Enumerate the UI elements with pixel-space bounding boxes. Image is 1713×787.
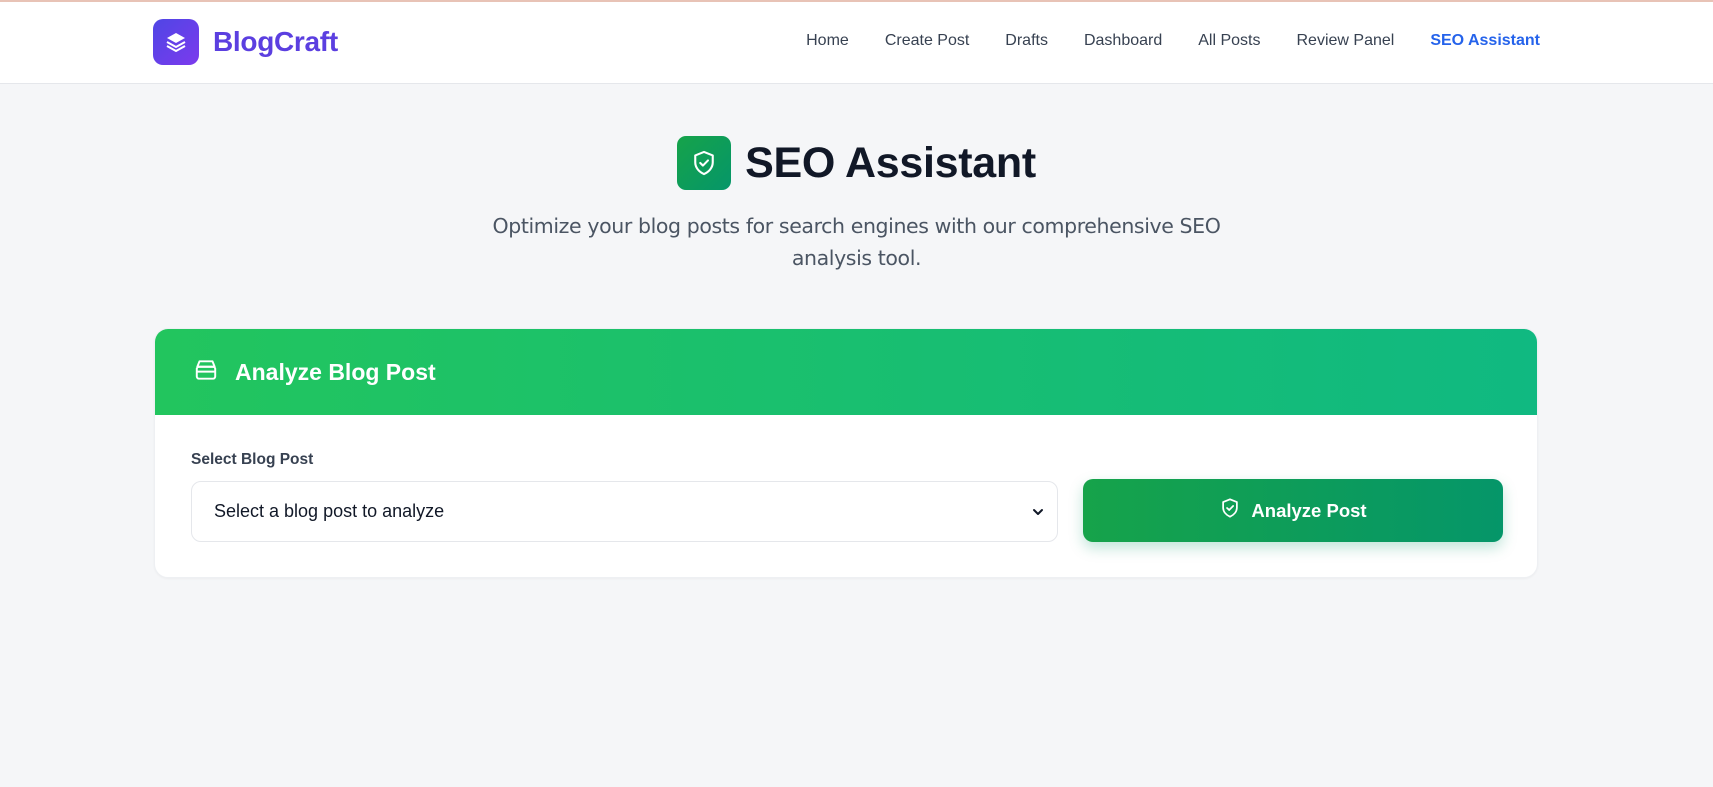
nav-item-all-posts[interactable]: All Posts bbox=[1198, 32, 1260, 50]
nav-item-dashboard[interactable]: Dashboard bbox=[1084, 32, 1162, 50]
nav-item-create-post[interactable]: Create Post bbox=[885, 32, 969, 50]
nav-item-review-panel[interactable]: Review Panel bbox=[1297, 32, 1395, 50]
navbar: BlogCraft Home Create Post Drafts Dashbo… bbox=[0, 2, 1713, 84]
card-title: Analyze Blog Post bbox=[235, 358, 436, 385]
layers-icon bbox=[153, 19, 199, 65]
shield-check-icon bbox=[1219, 497, 1241, 524]
card-header: Analyze Blog Post bbox=[155, 329, 1537, 415]
shield-check-icon bbox=[677, 136, 732, 190]
archive-box-icon bbox=[193, 357, 219, 388]
analyze-post-button[interactable]: Analyze Post bbox=[1083, 479, 1503, 542]
card-body: Select Blog Post Select a blog post to a… bbox=[155, 415, 1537, 577]
page-subtitle: Optimize your blog posts for search engi… bbox=[492, 214, 1221, 270]
nav-item-drafts[interactable]: Drafts bbox=[1005, 32, 1048, 50]
nav-item-home[interactable]: Home bbox=[806, 32, 849, 50]
nav-item-seo-assistant[interactable]: SEO Assistant bbox=[1430, 32, 1540, 50]
nav-links: Home Create Post Drafts Dashboard All Po… bbox=[806, 32, 1540, 50]
hero-title-row: SEO Assistant bbox=[677, 136, 1036, 190]
chevron-down-icon bbox=[1031, 505, 1045, 524]
select-post-label: Select Blog Post bbox=[191, 451, 314, 468]
blog-post-select[interactable]: Select a blog post to analyze bbox=[191, 481, 1058, 542]
brand-name: BlogCraft bbox=[213, 26, 338, 57]
analyze-card: Analyze Blog Post Select Blog Post Selec… bbox=[154, 328, 1538, 578]
select-value: Select a blog post to analyze bbox=[214, 501, 445, 521]
brand[interactable]: BlogCraft bbox=[153, 19, 338, 65]
hero: SEO Assistant Optimize your blog posts f… bbox=[0, 136, 1713, 274]
analyze-post-label: Analyze Post bbox=[1251, 499, 1367, 521]
page-title: SEO Assistant bbox=[745, 138, 1036, 187]
